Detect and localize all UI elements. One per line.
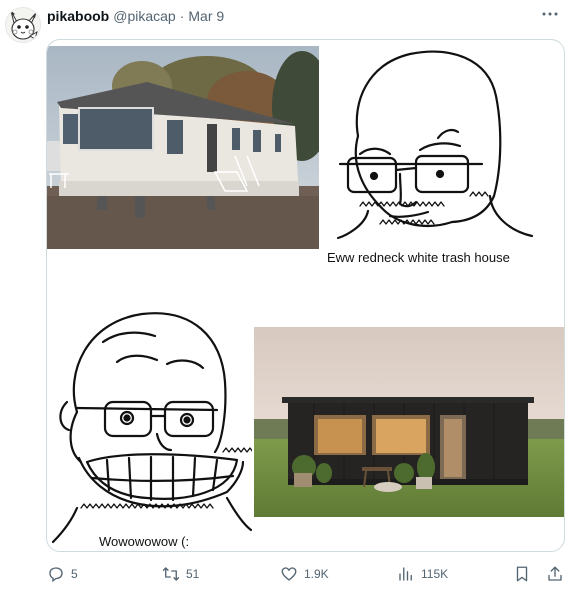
repost-icon <box>162 567 180 581</box>
share-button[interactable] <box>546 562 564 586</box>
user-handle[interactable]: @pikacap <box>113 8 175 24</box>
tweet-header: pikaboob @pikacap · Mar 9 <box>47 6 224 26</box>
reply-button[interactable]: 5 <box>47 562 78 586</box>
avatar[interactable] <box>5 7 41 43</box>
more-icon[interactable] <box>540 6 560 22</box>
reply-icon <box>49 567 63 583</box>
views-count: 115K <box>421 567 449 581</box>
separator-dot: · <box>179 8 185 24</box>
like-count: 1.9K <box>304 567 329 581</box>
tweet-date[interactable]: Mar 9 <box>188 8 224 24</box>
tweet: pikaboob @pikacap · Mar 9 Eww redneck wh… <box>0 0 576 589</box>
mobile-home-photo <box>47 46 332 249</box>
repost-button[interactable]: 51 <box>162 562 199 586</box>
reply-count: 5 <box>71 567 78 581</box>
views-icon <box>399 567 412 581</box>
wojak-grin-drawing <box>47 302 260 551</box>
bookmark-icon <box>516 566 528 582</box>
like-icon <box>281 567 297 581</box>
tiny-house-photo <box>254 327 564 517</box>
share-icon <box>548 566 562 581</box>
caption-bottom: Wowowowow (: <box>99 534 190 549</box>
like-button[interactable]: 1.9K <box>280 562 329 586</box>
pikachu-avatar-icon <box>6 8 40 42</box>
bookmark-button[interactable] <box>513 562 531 586</box>
views-button[interactable]: 115K <box>397 562 448 586</box>
caption-top: Eww redneck white trash house <box>327 250 510 265</box>
action-bar: 5 51 1.9K 115K <box>0 562 576 586</box>
display-name[interactable]: pikaboob <box>47 8 109 24</box>
repost-count: 51 <box>186 567 200 581</box>
tweet-media[interactable]: Eww redneck white trash house Wowowowow … <box>46 39 565 552</box>
